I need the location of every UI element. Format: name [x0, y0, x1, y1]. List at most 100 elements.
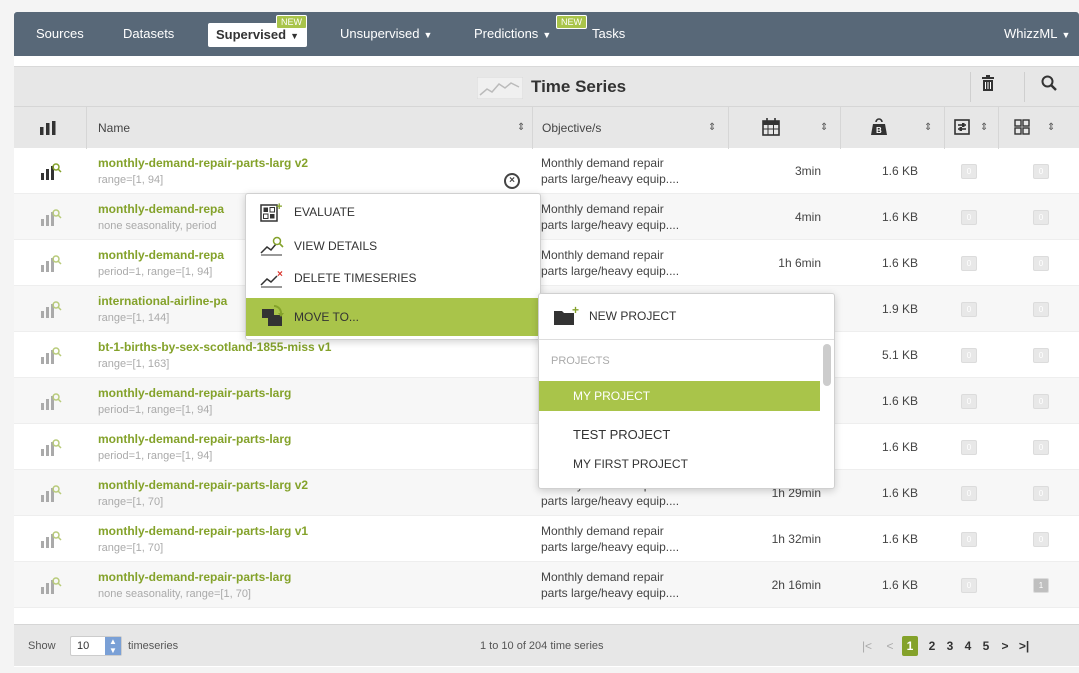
table-row[interactable]: monthly-demand-repair-parts-larg v2 range…	[14, 148, 1079, 194]
table-row[interactable]: monthly-demand-repa period=1, range=[1, 9…	[14, 240, 1079, 286]
table-row[interactable]: monthly-demand-repair-parts-larg v1 range…	[14, 516, 1079, 562]
evaluation-chip[interactable]: 0	[1033, 164, 1049, 179]
table-row[interactable]: monthly-demand-repair-parts-larg none sea…	[14, 562, 1079, 608]
row-name-link[interactable]: monthly-demand-repair-parts-larg v2	[98, 478, 308, 492]
menu-delete[interactable]: × DELETE TIMESERIES	[246, 262, 540, 294]
count-chip[interactable]: 0	[961, 578, 977, 593]
chevron-down-icon: ▼	[290, 31, 300, 41]
nav-predictions[interactable]: Predictions ▼	[474, 12, 551, 56]
first-page-button[interactable]: |<	[859, 636, 875, 656]
count-chip[interactable]: 0	[961, 486, 977, 501]
row-size: 1.9 KB	[882, 302, 919, 316]
sort-icon[interactable]: ⇕	[708, 122, 716, 133]
project-item[interactable]: MY FIRST PROJECT	[539, 449, 820, 479]
objective-line: parts large/heavy equip....	[541, 494, 680, 508]
sort-icon[interactable]: ⇕	[980, 122, 988, 133]
chevron-down-icon: ▼	[542, 30, 552, 40]
evaluation-chip[interactable]: 0	[1033, 532, 1049, 547]
column-objective[interactable]: Objective/s	[542, 107, 601, 149]
settings-icon[interactable]	[954, 119, 970, 135]
svg-text:B: B	[876, 126, 882, 135]
column-name[interactable]: Name	[98, 107, 130, 149]
table-header: Name ⇕ Objective/s ⇕ ⇕ B ⇕ ⇕ ⇕	[14, 106, 1079, 149]
table-row[interactable]: monthly-demand-repa none seasonality, per…	[14, 194, 1079, 240]
objective-line: Monthly demand repair	[541, 524, 664, 538]
sort-icon[interactable]: ⇕	[517, 122, 525, 133]
menu-evaluate[interactable]: + EVALUATE	[246, 196, 540, 228]
count-chip[interactable]: 0	[961, 164, 977, 179]
bar-chart-icon[interactable]	[40, 121, 56, 135]
row-name-link[interactable]: monthly-demand-repair-parts-larg	[98, 432, 291, 446]
menu-move-to[interactable]: MOVE TO...	[246, 298, 540, 336]
column-divider	[840, 107, 841, 149]
evaluation-chip[interactable]: 0	[1033, 486, 1049, 501]
scrollbar[interactable]	[823, 344, 831, 386]
chevron-down-icon: ▼	[1061, 30, 1071, 40]
row-name-link[interactable]: international-airline-pa	[98, 294, 227, 308]
evaluation-chip[interactable]: 0	[1033, 210, 1049, 225]
page-size-select[interactable]: 10 ▲ ▼	[70, 636, 122, 656]
evaluation-chip[interactable]: 0	[1033, 302, 1049, 317]
page-5-button[interactable]: 5	[978, 636, 994, 656]
objective-line: Monthly demand repair	[541, 248, 664, 262]
evaluation-chip[interactable]: 0	[1033, 440, 1049, 455]
sort-icon[interactable]: ⇕	[1047, 122, 1055, 133]
count-chip[interactable]: 0	[961, 440, 977, 455]
timeseries-row-icon	[41, 163, 62, 180]
row-size: 1.6 KB	[882, 394, 919, 408]
last-page-button[interactable]: >|	[1016, 636, 1032, 656]
sort-icon[interactable]: ⇕	[820, 122, 828, 133]
calendar-icon[interactable]	[762, 118, 780, 136]
nav-unsupervised[interactable]: Unsupervised ▼	[340, 12, 432, 56]
nav-tasks[interactable]: Tasks	[592, 12, 625, 56]
count-chip[interactable]: 0	[961, 302, 977, 317]
nav-whizzml[interactable]: WhizzML ▼	[1004, 12, 1070, 56]
row-created-time: 3min	[794, 164, 821, 178]
sort-icon[interactable]: ⇕	[924, 122, 932, 133]
timeseries-row-icon	[41, 347, 62, 364]
row-name-link[interactable]: monthly-demand-repa	[98, 202, 224, 216]
page-size-value: 10	[77, 640, 90, 652]
new-project-button[interactable]: + NEW PROJECT	[539, 294, 834, 338]
project-item[interactable]: MY PROJECT	[539, 381, 820, 411]
count-chip[interactable]: 0	[961, 348, 977, 363]
search-button[interactable]	[1024, 72, 1072, 102]
row-subtitle: range=[1, 70]	[98, 496, 164, 508]
nav-datasets[interactable]: Datasets	[123, 12, 174, 56]
evaluation-chip[interactable]: 1	[1033, 578, 1049, 593]
row-name-link[interactable]: monthly-demand-repair-parts-larg	[98, 386, 291, 400]
row-name-link[interactable]: bt-1-births-by-sex-scotland-1855-miss v1	[98, 340, 331, 354]
delete-button[interactable]	[970, 72, 1004, 102]
count-chip[interactable]: 0	[961, 210, 977, 225]
row-name-link[interactable]: monthly-demand-repair-parts-larg v2	[98, 156, 308, 170]
count-chip[interactable]: 0	[961, 532, 977, 547]
row-name-link[interactable]: monthly-demand-repair-parts-larg v1	[98, 524, 308, 538]
project-item[interactable]: TEST PROJECT	[539, 420, 820, 450]
count-chip[interactable]: 0	[961, 256, 977, 271]
evaluation-chip[interactable]: 0	[1033, 256, 1049, 271]
row-size: 1.6 KB	[882, 578, 919, 592]
weight-icon[interactable]: B	[870, 118, 888, 136]
row-size: 5.1 KB	[882, 348, 919, 362]
column-divider	[532, 107, 533, 149]
evaluation-chip[interactable]: 0	[1033, 394, 1049, 409]
menu-view-details[interactable]: VIEW DETAILS	[246, 230, 540, 262]
prev-page-button[interactable]: <	[882, 636, 898, 656]
page-2-button[interactable]: 2	[924, 636, 940, 656]
row-name-link[interactable]: monthly-demand-repair-parts-larg	[98, 570, 291, 584]
row-name-link[interactable]: monthly-demand-repa	[98, 248, 224, 262]
page-1-button[interactable]: 1	[902, 636, 918, 656]
page-4-button[interactable]: 4	[960, 636, 976, 656]
column-divider	[728, 107, 729, 149]
objective-line: parts large/heavy equip....	[541, 540, 680, 554]
next-page-button[interactable]: >	[997, 636, 1013, 656]
page-3-button[interactable]: 3	[942, 636, 958, 656]
count-chip[interactable]: 0	[961, 394, 977, 409]
svg-text:×: ×	[277, 269, 283, 280]
evaluation-chip[interactable]: 0	[1033, 348, 1049, 363]
row-created-time: 4min	[794, 210, 821, 224]
close-menu-icon[interactable]: ×	[504, 173, 520, 189]
grid-icon[interactable]	[1014, 119, 1030, 135]
nav-sources[interactable]: Sources	[36, 12, 84, 56]
row-subtitle: range=[1, 163]	[98, 358, 170, 370]
